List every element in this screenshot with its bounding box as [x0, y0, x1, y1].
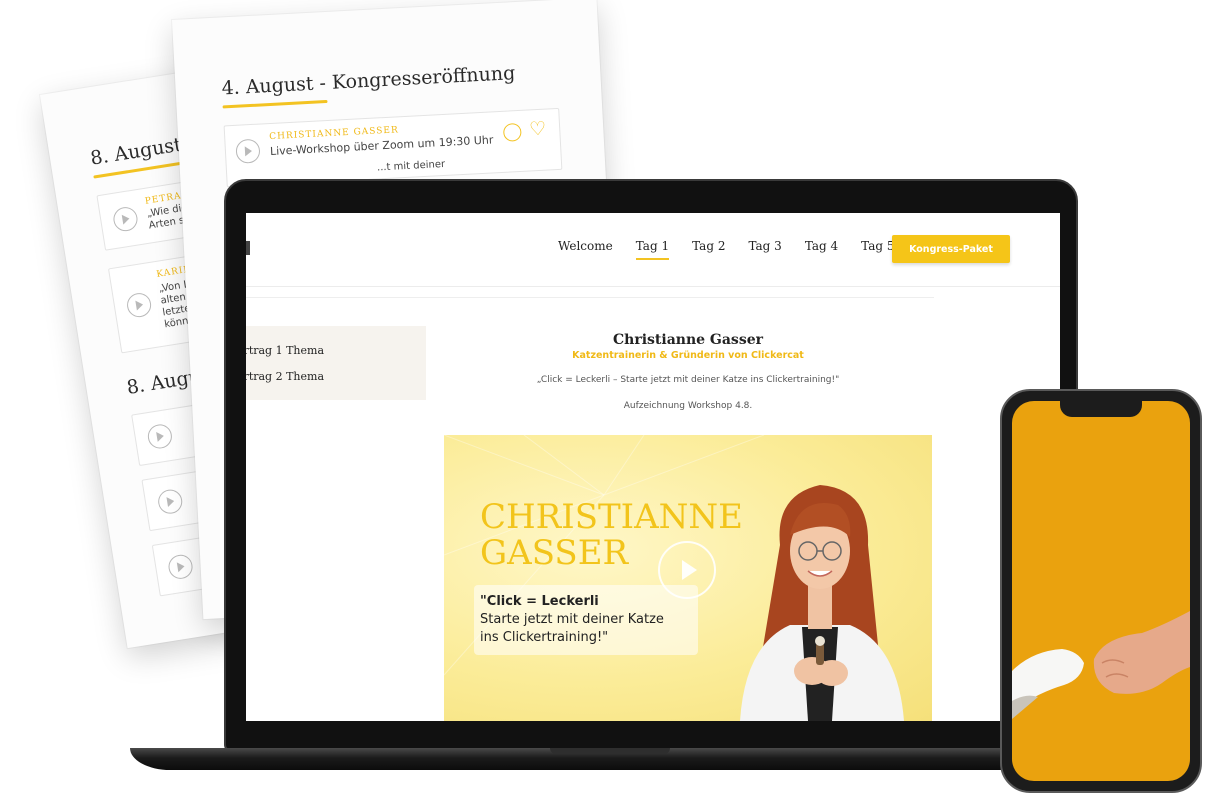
nav-item-welcome[interactable]: Welcome [558, 239, 613, 253]
phone-screen [1012, 401, 1190, 781]
main-nav: Welcome Tag 1 Tag 2 Tag 3 Tag 4 Tag 5 [558, 239, 895, 260]
sheet-heading: 4. August - Kongresseröffnung [221, 62, 516, 100]
nav-divider [246, 286, 1060, 287]
speaker-name: Christianne Gasser [613, 332, 763, 348]
video-player[interactable]: CHRISTIANNE GASSER "Click = Leckerli Sta… [444, 435, 932, 721]
kongress-paket-button[interactable]: Kongress-Paket [892, 235, 1010, 263]
laptop-screen: Welcome Tag 1 Tag 2 Tag 3 Tag 4 Tag 5 Ko… [246, 213, 1060, 721]
nav-item-tag-1[interactable]: Tag 1 [635, 239, 670, 260]
video-quote-line: ins Clickertraining!" [480, 630, 609, 645]
fist-bump-photo [1012, 611, 1190, 719]
play-button[interactable] [658, 541, 716, 599]
sidebar-item-vortrag-1[interactable]: Vortrag 1 Thema [246, 344, 324, 357]
laptop-base [130, 748, 1060, 770]
nav-item-tag-4[interactable]: Tag 4 [805, 239, 838, 253]
play-icon[interactable] [235, 138, 261, 164]
nav-item-tag-2[interactable]: Tag 2 [692, 239, 725, 253]
content-divider [246, 297, 934, 298]
play-icon[interactable] [166, 553, 195, 581]
recording-note: Aufzeichnung Workshop 4.8. [623, 401, 753, 411]
play-icon[interactable] [125, 291, 153, 319]
talk-title: „Click = Leckerli – Starte jetzt mit dei… [536, 375, 840, 385]
heart-icon[interactable]: ♡ [529, 118, 547, 141]
talk-sidebar: Vortrag 1 Thema Vortrag 2 Thema [246, 326, 426, 400]
video-quote-line: Starte jetzt mit deiner Katze [480, 612, 664, 627]
play-icon[interactable] [146, 422, 174, 451]
speaker-role: Katzentrainerin & Gründerin von Clickerc… [572, 350, 804, 361]
video-quote-line: "Click = Leckerli [480, 594, 599, 609]
phone-frame [1000, 389, 1202, 793]
checkmark-circle-icon[interactable] [502, 122, 522, 142]
session-card[interactable]: CHRISTIANNE GASSER Live-Workshop über Zo… [223, 107, 563, 188]
play-icon[interactable] [111, 205, 140, 233]
sidebar-item-vortrag-2[interactable]: Vortrag 2 Thema [246, 370, 324, 383]
video-name-line: CHRISTIANNE [480, 497, 743, 537]
speaker-photo [740, 485, 904, 721]
play-icon[interactable] [156, 487, 184, 516]
video-name-line: GASSER [480, 533, 629, 573]
nav-item-tag-3[interactable]: Tag 3 [748, 239, 781, 253]
site-logo[interactable] [246, 241, 250, 255]
nav-item-tag-5[interactable]: Tag 5 [861, 239, 894, 253]
session-text: ...t mit deiner [376, 158, 446, 174]
heading-underline [222, 99, 328, 109]
